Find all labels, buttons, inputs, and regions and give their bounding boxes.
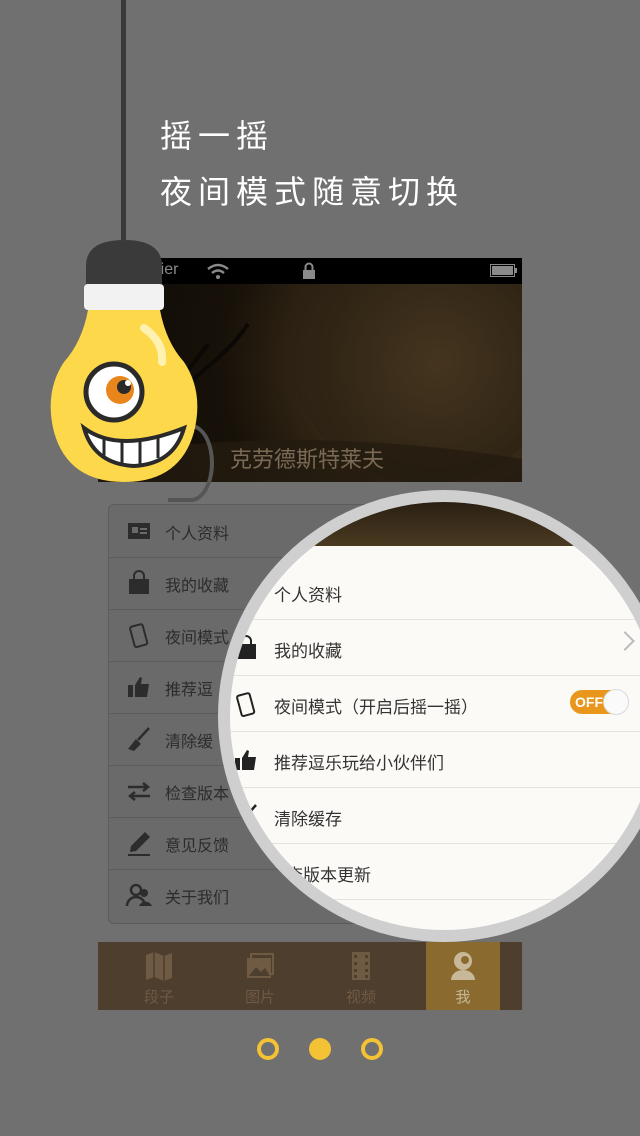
menu-item-label: 意见反馈 [165, 836, 230, 855]
lens-item-recommend[interactable]: 推荐逗乐玩给小伙伴们 [230, 732, 640, 788]
tab-jokes[interactable]: 段子 [106, 942, 212, 1010]
bag-icon [129, 570, 149, 594]
lens-item-night-mode[interactable]: 夜间模式（开启后摇一摇） OFF [230, 676, 640, 732]
broom-icon [248, 804, 257, 814]
bag-icon [236, 635, 256, 659]
menu-item-label: 清除缓 [165, 732, 214, 751]
menu-item-label: 我的收藏 [165, 576, 230, 595]
tab-label: 段子 [143, 988, 174, 1006]
lens-item-label: 查版本更新 [286, 866, 371, 886]
pen-icon [128, 832, 150, 856]
lens-item-check-version[interactable]: 查版本更新 [230, 844, 640, 900]
lens-item-profile[interactable]: 个人资料 [230, 564, 640, 620]
thumbs-up-icon [235, 750, 256, 770]
people-icon [125, 883, 152, 907]
tab-label: 视频 [345, 988, 376, 1006]
broom-icon [128, 727, 150, 751]
menu-item-label: 检查版本 [165, 784, 230, 803]
thumbs-up-icon [128, 677, 149, 697]
toggle-knob [603, 689, 629, 715]
swap-arrows-icon [127, 782, 151, 801]
menu-item-label: 个人资料 [165, 524, 230, 543]
toggle-state: OFF [575, 694, 603, 710]
wifi-icon [207, 263, 229, 279]
map-icon [146, 952, 172, 981]
phone-shake-icon [236, 692, 256, 717]
menu-item-label: 夜间模式 [165, 628, 230, 647]
battery-icon [490, 264, 517, 277]
lens-item-clear-cache[interactable]: 清除缓存 [230, 788, 640, 844]
headline-line-2: 夜间模式随意切换 [160, 173, 465, 211]
phone-shake-icon [129, 623, 149, 648]
username: 克劳德斯特莱夫 [230, 448, 385, 473]
lock-icon [303, 262, 315, 279]
lightbulb-mascot [50, 240, 198, 482]
page-dot-3[interactable] [361, 1038, 383, 1060]
lens-item-label: 清除缓存 [274, 810, 342, 830]
photos-icon [247, 953, 274, 978]
user-icon [451, 952, 475, 980]
tab-pictures[interactable]: 图片 [207, 942, 313, 1010]
profile-card-icon [128, 523, 150, 539]
lens-header-strip [230, 502, 640, 546]
page-dot-2-active[interactable] [309, 1038, 331, 1060]
headline-line-1: 摇一摇 [160, 117, 275, 155]
film-icon [352, 952, 370, 980]
bulb-cord [121, 0, 126, 240]
tab-label: 图片 [244, 988, 275, 1006]
lens-item-label: 个人资料 [274, 586, 342, 606]
magnifier-lens: 个人资料 我的收藏 夜间模式（开启后摇一摇） OFF 推荐逗乐玩给小伙伴们 清除… [230, 502, 640, 930]
page-dot-1[interactable] [257, 1038, 279, 1060]
lens-item-favorites[interactable]: 我的收藏 [230, 620, 640, 676]
menu-item-label: 推荐逗 [165, 680, 214, 699]
tab-me[interactable]: 我 [426, 942, 500, 1010]
night-mode-toggle[interactable]: OFF [570, 689, 629, 715]
menu-item-label: 关于我们 [165, 888, 230, 907]
chevron-right-icon [615, 631, 635, 651]
headline: 摇一摇 夜间模式随意切换 [160, 108, 464, 220]
lens-item-label: 推荐逗乐玩给小伙伴们 [274, 754, 444, 774]
lens-item-label: 我的收藏 [274, 642, 342, 662]
tab-label: 我 [455, 988, 471, 1006]
tab-videos[interactable]: 视频 [308, 942, 414, 1010]
tab-bar: 段子 图片 视频 我 [98, 942, 522, 1010]
lens-item-label: 夜间模式（开启后摇一摇） [274, 698, 478, 718]
